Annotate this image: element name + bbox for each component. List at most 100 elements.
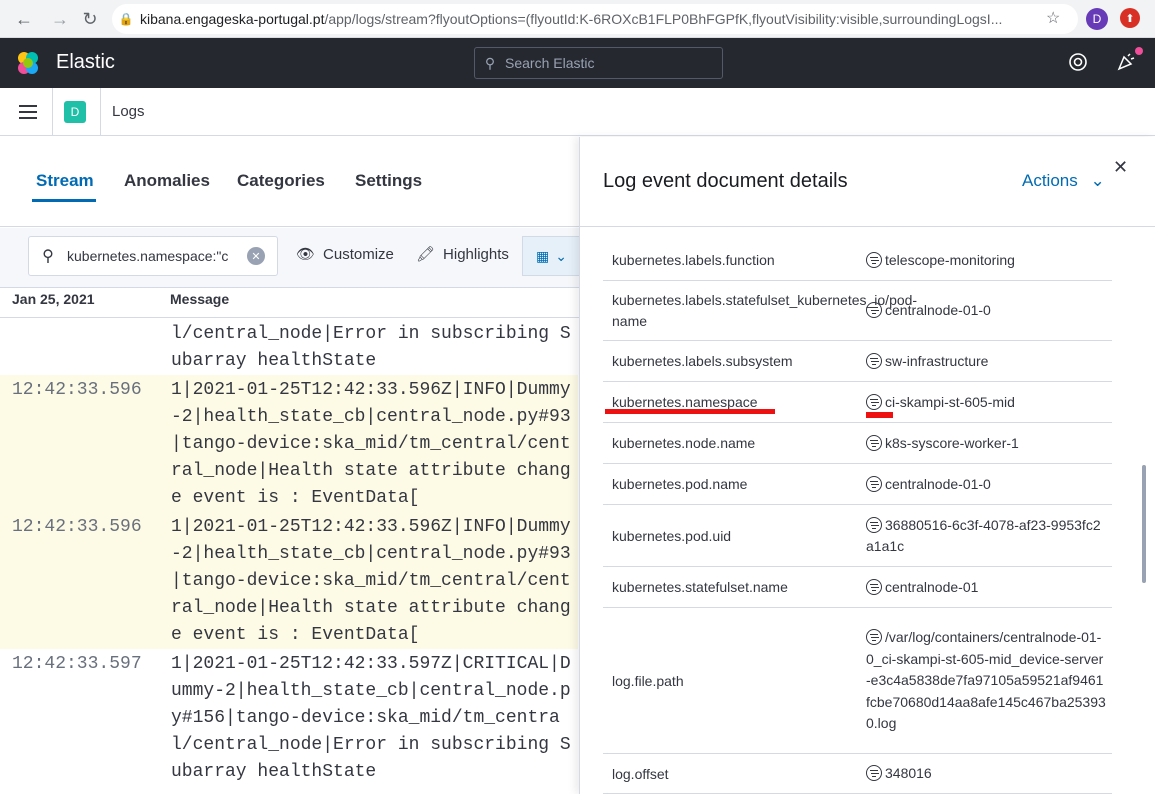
field-row: log.offset 348016 [603,754,1112,794]
field-value-text: k8s-syscore-worker-1 [885,434,1019,451]
search-placeholder: Search Elastic [505,55,595,71]
field-value-text: sw-infrastructure [885,352,989,369]
field-key: log.file.path [612,672,684,689]
field-value: ci-skampi-st-605-mid [866,392,1106,414]
tab-categories[interactable]: Categories [237,171,325,191]
log-timestamp: 12:42:33.596 [12,380,142,400]
column-header: Jan 25, 2021 Message [0,288,580,318]
back-icon[interactable]: ← [8,3,40,35]
highlights-label: Highlights [443,245,509,263]
field-key: kubernetes.statefulset.name [612,579,788,595]
tab-stream[interactable]: Stream [36,171,94,191]
field-row: kubernetes.statefulset.name centralnode-0… [603,567,1112,608]
field-value-text: 348016 [885,765,932,781]
field-value-text: 36880516-6c3f-4078-af23-9953fc2a1a1c [866,516,1101,555]
query-input[interactable]: ⚲ kubernetes.namespace:"c ✕ [28,236,278,276]
field-value: k8s-syscore-worker-1 [866,433,1106,455]
profile-avatar[interactable]: D [1086,8,1108,30]
lock-icon: 🔒 [118,12,134,26]
global-search-input[interactable]: ⚲ Search Elastic [474,47,723,79]
tab-anomalies[interactable]: Anomalies [124,171,210,191]
field-value-text: ci-skampi-st-605-mid [885,393,1015,410]
filter-icon[interactable] [866,352,882,369]
log-message: l/central_node|Error in subscribing S ub… [171,324,571,371]
field-value: /var/log/containers/centralnode-01-0_ci-… [866,627,1106,735]
address-bar[interactable]: 🔒 kibana.engageska-portugal.pt/app/logs/… [112,4,1078,34]
extension-icon[interactable]: ⬆ [1120,8,1140,28]
forward-icon[interactable]: → [44,3,76,35]
annotation-underline [866,412,893,418]
stream-toolbar: ⚲ kubernetes.namespace:"c ✕ 👁 Customize … [0,228,580,288]
actions-button[interactable]: Actions ⌄ [1022,171,1105,191]
customize-button[interactable]: 👁 Customize [296,245,394,264]
field-value: centralnode-01 [866,577,1106,599]
customize-label: Customize [323,245,394,263]
field-value-text: /var/log/containers/centralnode-01-0_ci-… [866,629,1106,731]
browser-chrome: ← → ↻ 🔒 kibana.engageska-portugal.pt/app… [0,0,1155,38]
divider [52,88,53,136]
log-message: 1|2021-01-25T12:42:33.596Z|INFO|Dummy -2… [171,517,571,645]
filter-icon[interactable] [866,765,882,781]
log-stream[interactable]: l/central_node|Error in subscribing S ub… [0,319,580,794]
field-value: sw-infrastructure [866,351,1106,373]
log-timestamp: 12:42:33.596 [12,517,142,537]
log-timestamp: 12:42:33.597 [12,654,142,674]
filter-icon[interactable] [866,302,882,318]
field-key: kubernetes.labels.subsystem [612,353,793,369]
notification-dot [1135,47,1143,55]
tab-settings[interactable]: Settings [355,171,422,191]
log-row[interactable]: 12:42:33.596 1|2021-01-25T12:42:33.596Z|I… [0,375,578,512]
log-row[interactable]: 12:42:33.596 1|2021-01-25T12:42:33.596Z|I… [0,512,578,649]
query-value: kubernetes.namespace:"c [67,248,229,264]
field-value-text: telescope-monitoring [885,251,1015,268]
bookmark-star-icon[interactable]: ☆ [1046,8,1060,28]
actions-label: Actions [1022,171,1078,190]
date-picker-button[interactable]: ▦ ⌄ [522,236,580,276]
breadcrumb[interactable]: Logs [112,103,145,120]
tab-bar: Stream Anomalies Categories Settings [0,137,580,227]
filter-icon[interactable] [866,251,882,268]
field-key: kubernetes.node.name [612,435,756,451]
filter-icon[interactable] [866,475,882,492]
filter-icon[interactable] [866,629,882,645]
url-host: kibana.engageska-portugal.pt [140,11,325,27]
log-row[interactable]: l/central_node|Error in subscribing S ub… [0,319,578,375]
field-key: kubernetes.pod.name [612,476,748,492]
close-icon[interactable]: ✕ [1113,157,1128,178]
filter-icon[interactable] [866,393,882,410]
field-row: kubernetes.pod.name centralnode-01-0 [603,464,1112,505]
clear-icon[interactable]: ✕ [247,247,265,265]
field-row: kubernetes.namespace ci-skampi-st-605-mid [603,382,1112,423]
annotation-underline [605,409,775,414]
filter-icon[interactable] [866,578,882,595]
field-key: kubernetes.labels.function [612,252,775,268]
search-icon: ⚲ [42,248,54,265]
help-icon[interactable] [1068,52,1088,72]
divider [100,88,101,136]
field-value-text: centralnode-01-0 [885,302,991,318]
highlighter-icon: 🖍 [416,246,436,263]
filter-icon[interactable] [866,516,882,533]
field-value-text: centralnode-01-0 [885,475,991,492]
chevron-down-icon: ⌄ [555,247,567,264]
field-value: centralnode-01-0 [866,300,1106,322]
log-message: 1|2021-01-25T12:42:33.596Z|INFO|Dummy -2… [171,380,571,508]
field-row: kubernetes.labels.subsystem sw-infrastruc… [603,341,1112,382]
reload-icon[interactable]: ↻ [74,3,106,35]
log-details-flyout: Log event document details Actions ⌄ ✕ k… [579,137,1155,794]
log-row[interactable]: 12:42:33.597 1|2021-01-25T12:42:33.597Z|C… [0,649,578,786]
space-avatar[interactable]: D [64,101,86,123]
menu-icon[interactable] [19,105,37,119]
eye-icon: 👁 [296,246,316,263]
log-message: 1|2021-01-25T12:42:33.597Z|CRITICAL|D um… [171,654,571,782]
newsfeed-icon[interactable] [1116,52,1136,72]
filter-icon[interactable] [866,434,882,451]
chevron-down-icon: ⌄ [1090,171,1105,190]
field-row: log.file.path/var/log/containers/central… [603,608,1112,754]
highlights-button[interactable]: 🖍 Highlights [416,245,509,264]
field-value: 36880516-6c3f-4078-af23-9953fc2a1a1c [866,515,1106,558]
field-key: kubernetes.labels.statefulset_kubernetes… [612,292,918,329]
elastic-logo-icon[interactable] [15,50,41,76]
field-value: 348016 [866,763,1106,785]
scrollbar[interactable] [1142,465,1146,583]
